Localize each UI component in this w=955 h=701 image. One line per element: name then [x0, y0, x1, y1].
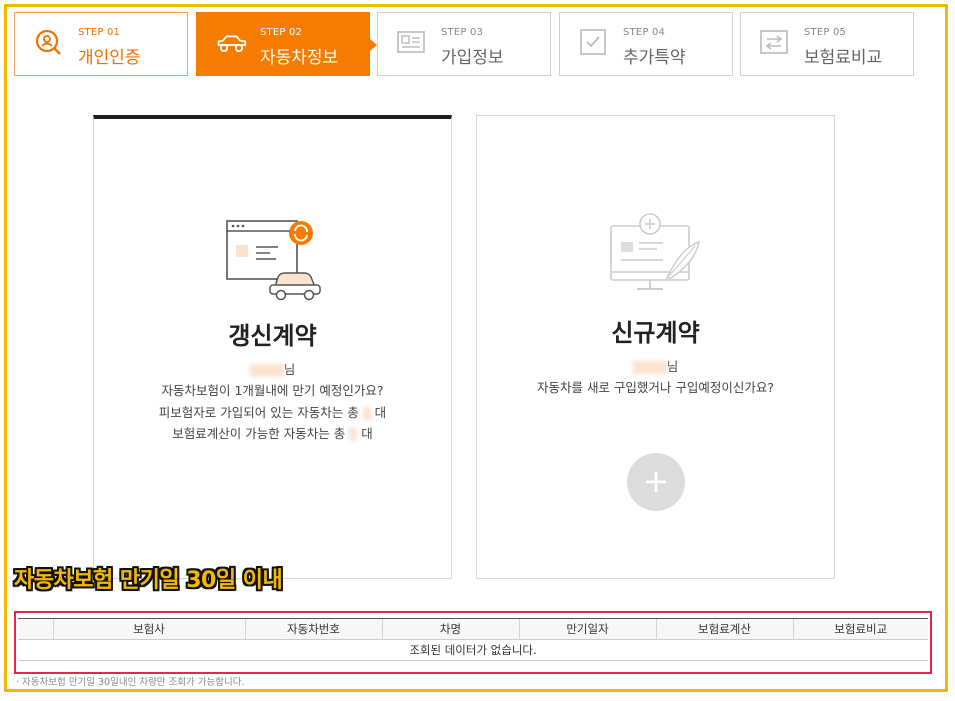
id-card-icon: [397, 31, 425, 53]
step-name: 가입정보: [441, 48, 504, 68]
step-navigation: STEP 01 개인인증 STEP 02 자동차정보 STEP 03 가입정보 …: [14, 12, 914, 76]
renewal-calculable-count: 보험료계산이 가능한 자동차는 총 대: [172, 426, 373, 441]
checkbox-icon: [580, 29, 606, 55]
table-row: 조회된 데이터가 없습니다.: [18, 639, 928, 661]
col-expiry-date: 만기일자: [518, 618, 656, 640]
step-number: STEP 05: [804, 27, 847, 38]
empty-message: 조회된 데이터가 없습니다.: [18, 639, 928, 661]
new-contract-question: 자동차를 새로 구입했거나 구입예정이신가요?: [536, 380, 775, 395]
step-number: STEP 03: [441, 27, 484, 38]
car-icon: [217, 35, 247, 53]
new-contract-greeting: 님: [477, 356, 834, 375]
renewal-question: 자동차보험이 1개월내에 만기 예정인가요?: [161, 383, 384, 398]
renewal-greeting: 님: [94, 359, 451, 378]
table-header-row: 보험사 자동차번호 차명 만기일자 보험료계산 보험료비교: [18, 618, 928, 640]
renewal-insured-count: 피보험자로 가입되어 있는 자동차는 총 대: [158, 405, 387, 420]
add-new-contract-button[interactable]: +: [627, 453, 685, 511]
step-4[interactable]: STEP 04 추가특약: [559, 12, 733, 76]
step-name: 개인인증: [78, 48, 141, 68]
col-premium-calc: 보험료계산: [655, 618, 793, 640]
col-premium-compare: 보험료비교: [792, 618, 928, 640]
step-name: 자동차정보: [260, 48, 339, 68]
step-5[interactable]: STEP 05 보험료비교: [740, 12, 914, 76]
expiring-vehicles-table: 보험사 자동차번호 차명 만기일자 보험료계산 보험료비교 조회된 데이터가 없…: [18, 618, 928, 661]
col-car-name: 차명: [381, 618, 519, 640]
col-plate-number: 자동차번호: [244, 618, 382, 640]
step-1[interactable]: STEP 01 개인인증: [14, 12, 188, 76]
renewal-title: 갱신계약: [228, 322, 317, 350]
step-2[interactable]: STEP 02 자동차정보: [196, 12, 377, 76]
step-number: STEP 01: [78, 27, 121, 38]
user-search-icon: [35, 29, 61, 55]
step-name: 추가특약: [623, 48, 686, 68]
compare-icon: [760, 30, 788, 54]
renewal-document-icon: [226, 220, 321, 301]
col-insurer: 보험사: [52, 618, 245, 640]
col-select: [18, 618, 53, 640]
new-contract-icon: [610, 213, 700, 290]
expiring-vehicles-table-highlight: 보험사 자동차번호 차명 만기일자 보험료계산 보험료비교 조회된 데이터가 없…: [14, 611, 932, 674]
step-3[interactable]: STEP 03 가입정보: [377, 12, 551, 76]
new-contract-title: 신규계약: [611, 319, 700, 347]
masked-name: [632, 361, 667, 374]
step-name: 보험료비교: [804, 48, 883, 68]
new-contract-card[interactable]: 신규계약 님 자동차를 새로 구입했거나 구입예정이신가요? +: [476, 115, 835, 579]
renewal-contract-card[interactable]: 갱신계약 님 자동차보험이 1개월내에 만기 예정인가요? 피보험자로 가입되어…: [93, 115, 452, 579]
overlay-caption: 자동차보험 만기일 30일 이내: [14, 568, 283, 593]
footnote: · 자동차보험 만기일 30일내인 차량만 조회가 가능합니다.: [16, 677, 245, 688]
step-number: STEP 04: [623, 27, 666, 38]
step-number: STEP 02: [260, 27, 303, 38]
masked-name: [249, 364, 284, 377]
